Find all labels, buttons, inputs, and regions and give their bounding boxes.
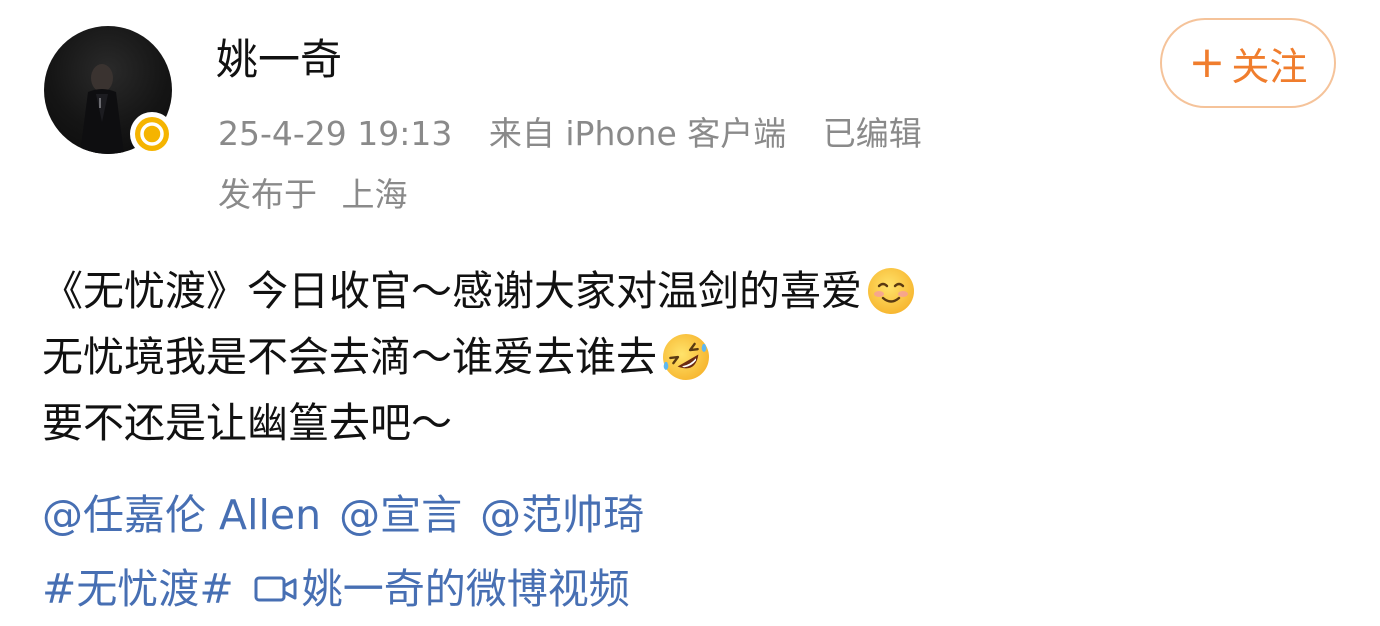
post-source: 来自 iPhone 客户端 xyxy=(488,114,787,153)
mention-link[interactable]: @范帅琦 xyxy=(480,482,644,548)
post-line-text: 《无忧渡》今日收官～感谢大家对温剑的喜爱 xyxy=(42,267,862,315)
post-line-text: 无忧境我是不会去滴～谁爱去谁去 xyxy=(42,333,657,381)
location-prefix: 发布于 xyxy=(218,175,317,214)
follow-button[interactable]: + 关注 xyxy=(1160,18,1336,108)
mention-link[interactable]: @宣言 xyxy=(339,482,462,548)
post-timestamp[interactable]: 25-4-29 19:13 xyxy=(218,114,452,153)
video-camera-icon xyxy=(254,576,297,602)
post-line: 无忧境我是不会去滴～谁爱去谁去 xyxy=(42,324,1342,390)
post-text: 《无忧渡》今日收官～感谢大家对温剑的喜爱 无忧境我是不会去滴～谁爱去谁去 要不还… xyxy=(42,258,1342,456)
author-name[interactable]: 姚一奇 xyxy=(216,32,342,88)
post-location: 发布于 上海 xyxy=(218,171,408,219)
post-line-text: 要不还是让幽篁去吧～ xyxy=(42,399,452,447)
location-city: 上海 xyxy=(341,175,408,214)
mentions-line: @任嘉伦 Allen @宣言 @范帅琦 xyxy=(42,482,1342,548)
tags-line: #无忧渡# 姚一奇的微博视频 xyxy=(42,556,1342,622)
smiling-face-emoji xyxy=(868,268,914,314)
post-line: 《无忧渡》今日收官～感谢大家对温剑的喜爱 xyxy=(42,258,1342,324)
follow-label: 关注 xyxy=(1231,44,1308,89)
video-link[interactable]: 姚一奇的微博视频 xyxy=(254,556,630,622)
mention-link[interactable]: @任嘉伦 Allen xyxy=(42,482,321,548)
plus-icon: + xyxy=(1188,37,1226,88)
verified-badge-icon xyxy=(130,112,174,156)
rolling-laughing-emoji xyxy=(663,334,709,380)
edited-label[interactable]: 已编辑 xyxy=(823,114,922,153)
post-meta: 25-4-29 19:13 来自 iPhone 客户端 已编辑 xyxy=(218,110,922,158)
hashtag-link[interactable]: #无忧渡# xyxy=(42,556,234,622)
video-link-label: 姚一奇的微博视频 xyxy=(301,565,630,613)
post-line: 要不还是让幽篁去吧～ xyxy=(42,390,1342,456)
